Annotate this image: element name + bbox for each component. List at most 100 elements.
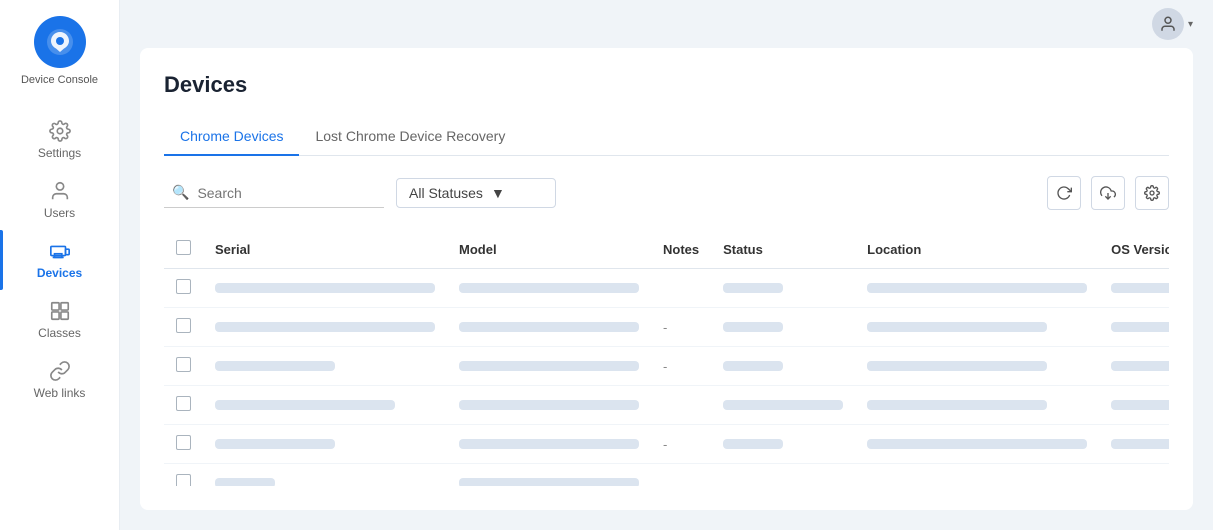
os-skeleton: [1111, 361, 1169, 371]
table-row[interactable]: -: [164, 347, 1169, 386]
model-skeleton: [459, 283, 639, 293]
cell-status: [711, 347, 855, 386]
location-skeleton: [867, 400, 1047, 410]
col-os: OS Version: [1099, 230, 1169, 269]
cell-status: [711, 386, 855, 425]
sidebar-classes-label: Classes: [38, 326, 81, 340]
location-skeleton: [867, 439, 1087, 449]
devices-table-wrap: Serial Model Notes Status Location OS Ve…: [164, 230, 1169, 486]
sidebar-item-classes[interactable]: Classes: [0, 290, 119, 350]
serial-skeleton: [215, 283, 435, 293]
tab-lost-recovery[interactable]: Lost Chrome Device Recovery: [299, 118, 521, 156]
cell-location: [855, 386, 1099, 425]
status-skeleton: [723, 400, 843, 410]
refresh-button[interactable]: [1047, 176, 1081, 210]
table-row[interactable]: [164, 464, 1169, 487]
row-checkbox[interactable]: [176, 279, 191, 294]
status-skeleton: [723, 439, 783, 449]
os-skeleton: [1111, 283, 1169, 293]
model-skeleton: [459, 478, 639, 487]
page-title: Devices: [164, 72, 1169, 98]
sidebar-item-weblinks[interactable]: Web links: [0, 350, 119, 410]
cell-location: [855, 425, 1099, 464]
cell-notes: [651, 386, 711, 425]
classes-icon: [49, 300, 71, 322]
gear-icon: [1144, 185, 1160, 201]
cell-model: [447, 347, 651, 386]
devices-table: Serial Model Notes Status Location OS Ve…: [164, 230, 1169, 486]
sidebar: Device Console Settings Users Devices: [0, 0, 120, 530]
cell-status: [711, 308, 855, 347]
weblinks-icon: [49, 360, 71, 382]
cell-location: [855, 269, 1099, 308]
model-skeleton: [459, 361, 639, 371]
cell-serial: [203, 386, 447, 425]
status-filter-dropdown[interactable]: All Statuses ▼: [396, 178, 556, 208]
col-location: Location: [855, 230, 1099, 269]
tabs-bar: Chrome Devices Lost Chrome Device Recove…: [164, 118, 1169, 156]
sidebar-item-users[interactable]: Users: [0, 170, 119, 230]
os-skeleton: [1111, 400, 1169, 410]
status-skeleton: [723, 283, 783, 293]
export-icon: [1100, 185, 1116, 201]
table-header-row: Serial Model Notes Status Location OS Ve…: [164, 230, 1169, 269]
cell-model: [447, 464, 651, 487]
row-checkbox[interactable]: [176, 318, 191, 333]
col-checkbox: [164, 230, 203, 269]
cell-location: [855, 347, 1099, 386]
toolbar: 🔍 All Statuses ▼: [164, 176, 1169, 210]
search-input[interactable]: [197, 185, 376, 201]
model-skeleton: [459, 439, 639, 449]
user-avatar[interactable]: [1152, 8, 1184, 40]
sidebar-item-settings[interactable]: Settings: [0, 110, 119, 170]
tab-chrome-devices[interactable]: Chrome Devices: [164, 118, 299, 156]
cell-location: [855, 308, 1099, 347]
main-content: ▾ Devices Chrome Devices Lost Chrome Dev…: [120, 0, 1213, 530]
notes-dash: -: [663, 359, 667, 374]
select-all-checkbox[interactable]: [176, 240, 191, 255]
cell-notes: [651, 269, 711, 308]
settings-button[interactable]: [1135, 176, 1169, 210]
export-button[interactable]: [1091, 176, 1125, 210]
cell-os-version: [1099, 347, 1169, 386]
table-row[interactable]: [164, 386, 1169, 425]
col-serial: Serial: [203, 230, 447, 269]
location-skeleton: [867, 283, 1087, 293]
status-skeleton: [723, 361, 783, 371]
status-filter-label: All Statuses: [409, 185, 483, 201]
serial-skeleton: [215, 478, 275, 487]
cell-notes: -: [651, 308, 711, 347]
content-panel: Devices Chrome Devices Lost Chrome Devic…: [140, 48, 1193, 510]
sidebar-item-devices[interactable]: Devices: [0, 230, 119, 290]
sidebar-users-label: Users: [44, 206, 75, 220]
sidebar-devices-label: Devices: [37, 266, 82, 280]
row-checkbox[interactable]: [176, 474, 191, 486]
location-skeleton: [867, 361, 1047, 371]
col-status: Status: [711, 230, 855, 269]
table-row[interactable]: -: [164, 425, 1169, 464]
cell-status: [711, 425, 855, 464]
avatar-icon: [1159, 15, 1177, 33]
refresh-icon: [1056, 185, 1072, 201]
cell-notes: [651, 464, 711, 487]
cell-model: [447, 425, 651, 464]
topbar: ▾: [120, 0, 1213, 48]
user-menu-chevron[interactable]: ▾: [1188, 19, 1193, 30]
table-row[interactable]: [164, 269, 1169, 308]
row-checkbox[interactable]: [176, 396, 191, 411]
table-row[interactable]: -: [164, 308, 1169, 347]
cell-serial: [203, 425, 447, 464]
cell-serial: [203, 347, 447, 386]
row-checkbox[interactable]: [176, 435, 191, 450]
cell-status: [711, 269, 855, 308]
location-skeleton: [867, 322, 1047, 332]
cell-os-version: [1099, 308, 1169, 347]
cell-os-version: [1099, 425, 1169, 464]
cell-notes: -: [651, 347, 711, 386]
cell-serial: [203, 464, 447, 487]
row-checkbox[interactable]: [176, 357, 191, 372]
notes-dash: -: [663, 320, 667, 335]
settings-icon: [49, 120, 71, 142]
serial-skeleton: [215, 439, 335, 449]
cell-serial: [203, 308, 447, 347]
